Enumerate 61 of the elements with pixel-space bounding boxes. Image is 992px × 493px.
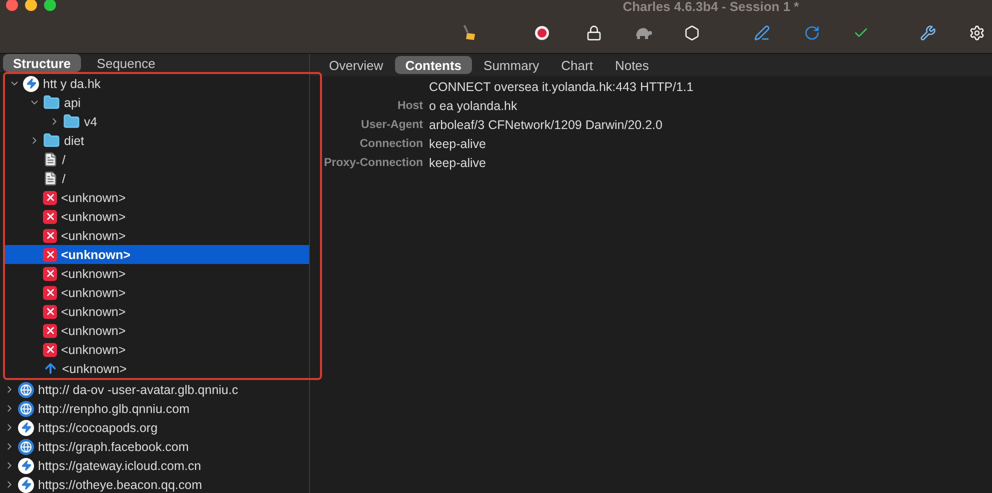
- header-name: Proxy-Connection: [322, 156, 423, 171]
- tree-row[interactable]: <unknown>: [5, 302, 309, 321]
- tree-label: <unknown>: [62, 362, 127, 376]
- tree-label: /: [62, 152, 66, 166]
- tab[interactable]: Chart: [551, 56, 603, 74]
- header-value: arboleaf/3 CFNetwork/1209 Darwin/20.2.0: [429, 117, 664, 134]
- header-name: Host: [396, 99, 423, 114]
- tree-row[interactable]: <unknown>: [5, 283, 309, 302]
- tree-label: <unknown>: [61, 266, 126, 280]
- tree-row[interactable]: api: [5, 93, 309, 112]
- tree-label: https://graph.facebook.com: [38, 440, 189, 454]
- request-line: CONNECT oversea it.yolanda.hk:443 HTTP/1.1: [429, 79, 694, 96]
- tree-label: <unknown>: [61, 324, 126, 338]
- tab[interactable]: Sequence: [86, 54, 166, 72]
- tree-row[interactable]: <unknown>: [5, 321, 309, 340]
- tree-label: /: [62, 172, 66, 186]
- tree-row[interactable]: <unknown>: [5, 359, 309, 378]
- tree-label: https://cocoapods.org: [38, 420, 158, 434]
- tab[interactable]: Overview: [319, 56, 394, 74]
- tree-row[interactable]: http://renpho.glb.qnniu.com: [0, 399, 309, 418]
- header-value: o ea yolanda.hk: [429, 98, 518, 115]
- tree-row[interactable]: <unknown>: [5, 188, 309, 207]
- tree-row[interactable]: /: [5, 169, 309, 188]
- tree-row[interactable]: https://graph.facebook.com: [0, 437, 309, 456]
- tree-label: htt y da.hk: [43, 76, 101, 90]
- tree-label: <unknown>: [61, 304, 126, 318]
- tree-row[interactable]: htt y da.hk: [5, 74, 309, 93]
- tree-label: diet: [64, 134, 84, 148]
- tree-label: <unknown>: [61, 286, 126, 300]
- tree-label: <unknown>: [61, 342, 126, 356]
- tree-row[interactable]: <unknown>: [5, 340, 309, 359]
- tree-label: https://gateway.icloud.com.cn: [38, 458, 202, 472]
- tree-label: <unknown>: [61, 248, 130, 262]
- tree-label: <unknown>: [61, 190, 126, 204]
- header-name: Connection: [358, 137, 423, 152]
- tree-row[interactable]: diet: [5, 131, 309, 150]
- header-name: User-Agent: [360, 118, 423, 133]
- tree-row[interactable]: <unknown>: [5, 207, 309, 226]
- tree-label: http:// da-ov -user-avatar.glb.qnniu.c: [38, 382, 238, 396]
- header-value: keep-alive: [429, 136, 487, 153]
- tree-label: api: [64, 96, 81, 110]
- tree-row[interactable]: https://gateway.icloud.com.cn: [0, 456, 309, 475]
- tree-row[interactable]: <unknown>: [5, 245, 309, 264]
- window-title: Charles 4.6.3b4 - Session 1 *: [622, 0, 799, 13]
- tree-label: <unknown>: [61, 228, 126, 242]
- tree-row[interactable]: /: [5, 150, 309, 169]
- header-value: keep-alive: [429, 155, 487, 172]
- tree-row[interactable]: v4: [5, 112, 309, 131]
- tree-row[interactable]: <unknown>: [5, 226, 309, 245]
- tree-label: v4: [84, 114, 98, 128]
- tab[interactable]: Structure: [3, 54, 81, 72]
- tree-label: http://renpho.glb.qnniu.com: [38, 402, 190, 416]
- tree-row[interactable]: https://cocoapods.org: [0, 418, 309, 437]
- tree-row[interactable]: http:// da-ov -user-avatar.glb.qnniu.c: [0, 380, 309, 399]
- tree-row[interactable]: https://otheye.beacon.qq.com: [0, 475, 309, 493]
- tab[interactable]: Summary: [474, 56, 550, 74]
- tab[interactable]: Notes: [604, 56, 659, 74]
- tab[interactable]: Contents: [395, 56, 472, 74]
- tree-label: https://otheye.beacon.qq.com: [38, 478, 202, 492]
- tree-label: <unknown>: [61, 210, 126, 224]
- tree-row[interactable]: <unknown>: [5, 264, 309, 283]
